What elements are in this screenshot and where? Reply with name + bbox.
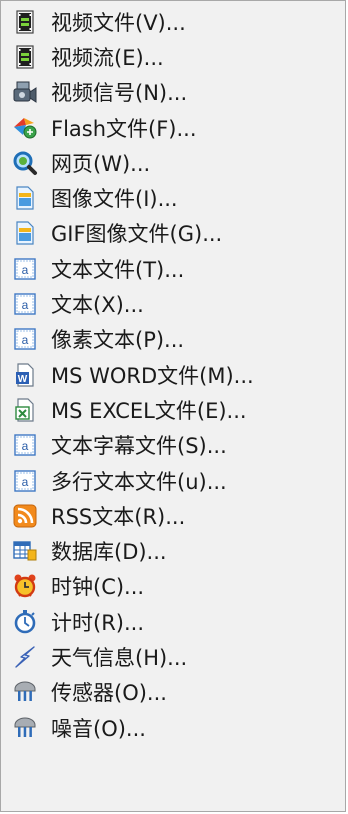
- stopwatch-icon: [11, 608, 39, 636]
- menu-item-clock[interactable]: 时钟(C)...: [1, 569, 345, 604]
- excel-file-icon: [11, 396, 39, 424]
- menu-item-video-file[interactable]: 视频文件(V)...: [1, 4, 345, 39]
- menu-item-label: 图像文件(I)...: [51, 187, 178, 212]
- web-page-icon: [11, 149, 39, 177]
- weather-icon: [11, 643, 39, 671]
- menu-item-web-page[interactable]: 网页(W)...: [1, 145, 345, 180]
- menu-item-weather[interactable]: 天气信息(H)...: [1, 639, 345, 674]
- menu-item-image-file[interactable]: 图像文件(I)...: [1, 180, 345, 215]
- database-icon: [11, 537, 39, 565]
- menu-item-timer[interactable]: 计时(R)...: [1, 604, 345, 639]
- menu-item-noise[interactable]: 噪音(O)...: [1, 710, 345, 745]
- menu-item-label: 天气信息(H)...: [51, 645, 188, 670]
- context-menu: 视频文件(V)... 视频流(E)... 视频信号(N)... Flash文件(…: [0, 0, 346, 812]
- menu-item-label: 视频信号(N)...: [51, 81, 188, 106]
- menu-item-label: 网页(W)...: [51, 151, 151, 176]
- menu-item-sensor[interactable]: 传感器(O)...: [1, 675, 345, 710]
- multiline-text-file-icon: a: [11, 467, 39, 495]
- menu-item-label: 数据库(D)...: [51, 540, 167, 565]
- svg-text:a: a: [22, 263, 29, 277]
- sensor-icon: [11, 678, 39, 706]
- video-file-icon: [11, 8, 39, 36]
- menu-item-gif-file[interactable]: GIF图像文件(G)...: [1, 216, 345, 251]
- text-file-icon: a: [11, 255, 39, 283]
- menu-item-label: 多行文本文件(u)...: [51, 469, 227, 494]
- svg-text:a: a: [22, 298, 29, 312]
- menu-item-video-signal[interactable]: 视频信号(N)...: [1, 75, 345, 110]
- menu-item-flash-file[interactable]: Flash文件(F)...: [1, 110, 345, 145]
- svg-text:a: a: [22, 333, 29, 347]
- menu-item-label: 传感器(O)...: [51, 681, 167, 706]
- menu-item-excel-file[interactable]: MS EXCEL文件(E)...: [1, 392, 345, 427]
- menu-item-label: 文本文件(T)...: [51, 257, 185, 282]
- menu-item-label: GIF图像文件(G)...: [51, 222, 223, 247]
- noise-icon: [11, 714, 39, 742]
- menu-item-label: MS WORD文件(M)...: [51, 363, 254, 388]
- rss-icon: [11, 502, 39, 530]
- menu-item-label: 像素文本(P)...: [51, 328, 185, 353]
- menu-item-multiline-text-file[interactable]: a 多行文本文件(u)...: [1, 463, 345, 498]
- pixel-text-icon: a: [11, 325, 39, 353]
- menu-item-database[interactable]: 数据库(D)...: [1, 533, 345, 568]
- video-stream-icon: [11, 43, 39, 71]
- menu-item-label: 文本字幕文件(S)...: [51, 434, 227, 459]
- gif-file-icon: [11, 219, 39, 247]
- menu-item-label: 视频文件(V)...: [51, 10, 186, 35]
- menu-item-label: 视频流(E)...: [51, 45, 164, 70]
- menu-item-label: Flash文件(F)...: [51, 116, 197, 141]
- word-file-icon: W: [11, 361, 39, 389]
- svg-text:W: W: [18, 374, 28, 385]
- alarm-clock-icon: [11, 572, 39, 600]
- svg-text:a: a: [22, 439, 29, 453]
- menu-item-text[interactable]: a 文本(X)...: [1, 286, 345, 321]
- flash-file-icon: [11, 114, 39, 142]
- menu-item-label: MS EXCEL文件(E)...: [51, 398, 247, 423]
- menu-item-word-file[interactable]: W MS WORD文件(M)...: [1, 357, 345, 392]
- menu-item-pixel-text[interactable]: a 像素文本(P)...: [1, 322, 345, 357]
- menu-item-subtitle-file[interactable]: a 文本字幕文件(S)...: [1, 428, 345, 463]
- menu-item-label: RSS文本(R)...: [51, 504, 186, 529]
- menu-item-label: 时钟(C)...: [51, 575, 145, 600]
- video-signal-icon: [11, 78, 39, 106]
- menu-item-video-stream[interactable]: 视频流(E)...: [1, 39, 345, 74]
- subtitle-file-icon: a: [11, 431, 39, 459]
- menu-item-rss-text[interactable]: RSS文本(R)...: [1, 498, 345, 533]
- svg-text:a: a: [22, 475, 29, 489]
- menu-item-label: 计时(R)...: [51, 610, 145, 635]
- menu-item-label: 噪音(O)...: [51, 716, 146, 741]
- text-icon: a: [11, 290, 39, 318]
- image-file-icon: [11, 184, 39, 212]
- menu-item-text-file[interactable]: a 文本文件(T)...: [1, 251, 345, 286]
- menu-item-label: 文本(X)...: [51, 293, 144, 318]
